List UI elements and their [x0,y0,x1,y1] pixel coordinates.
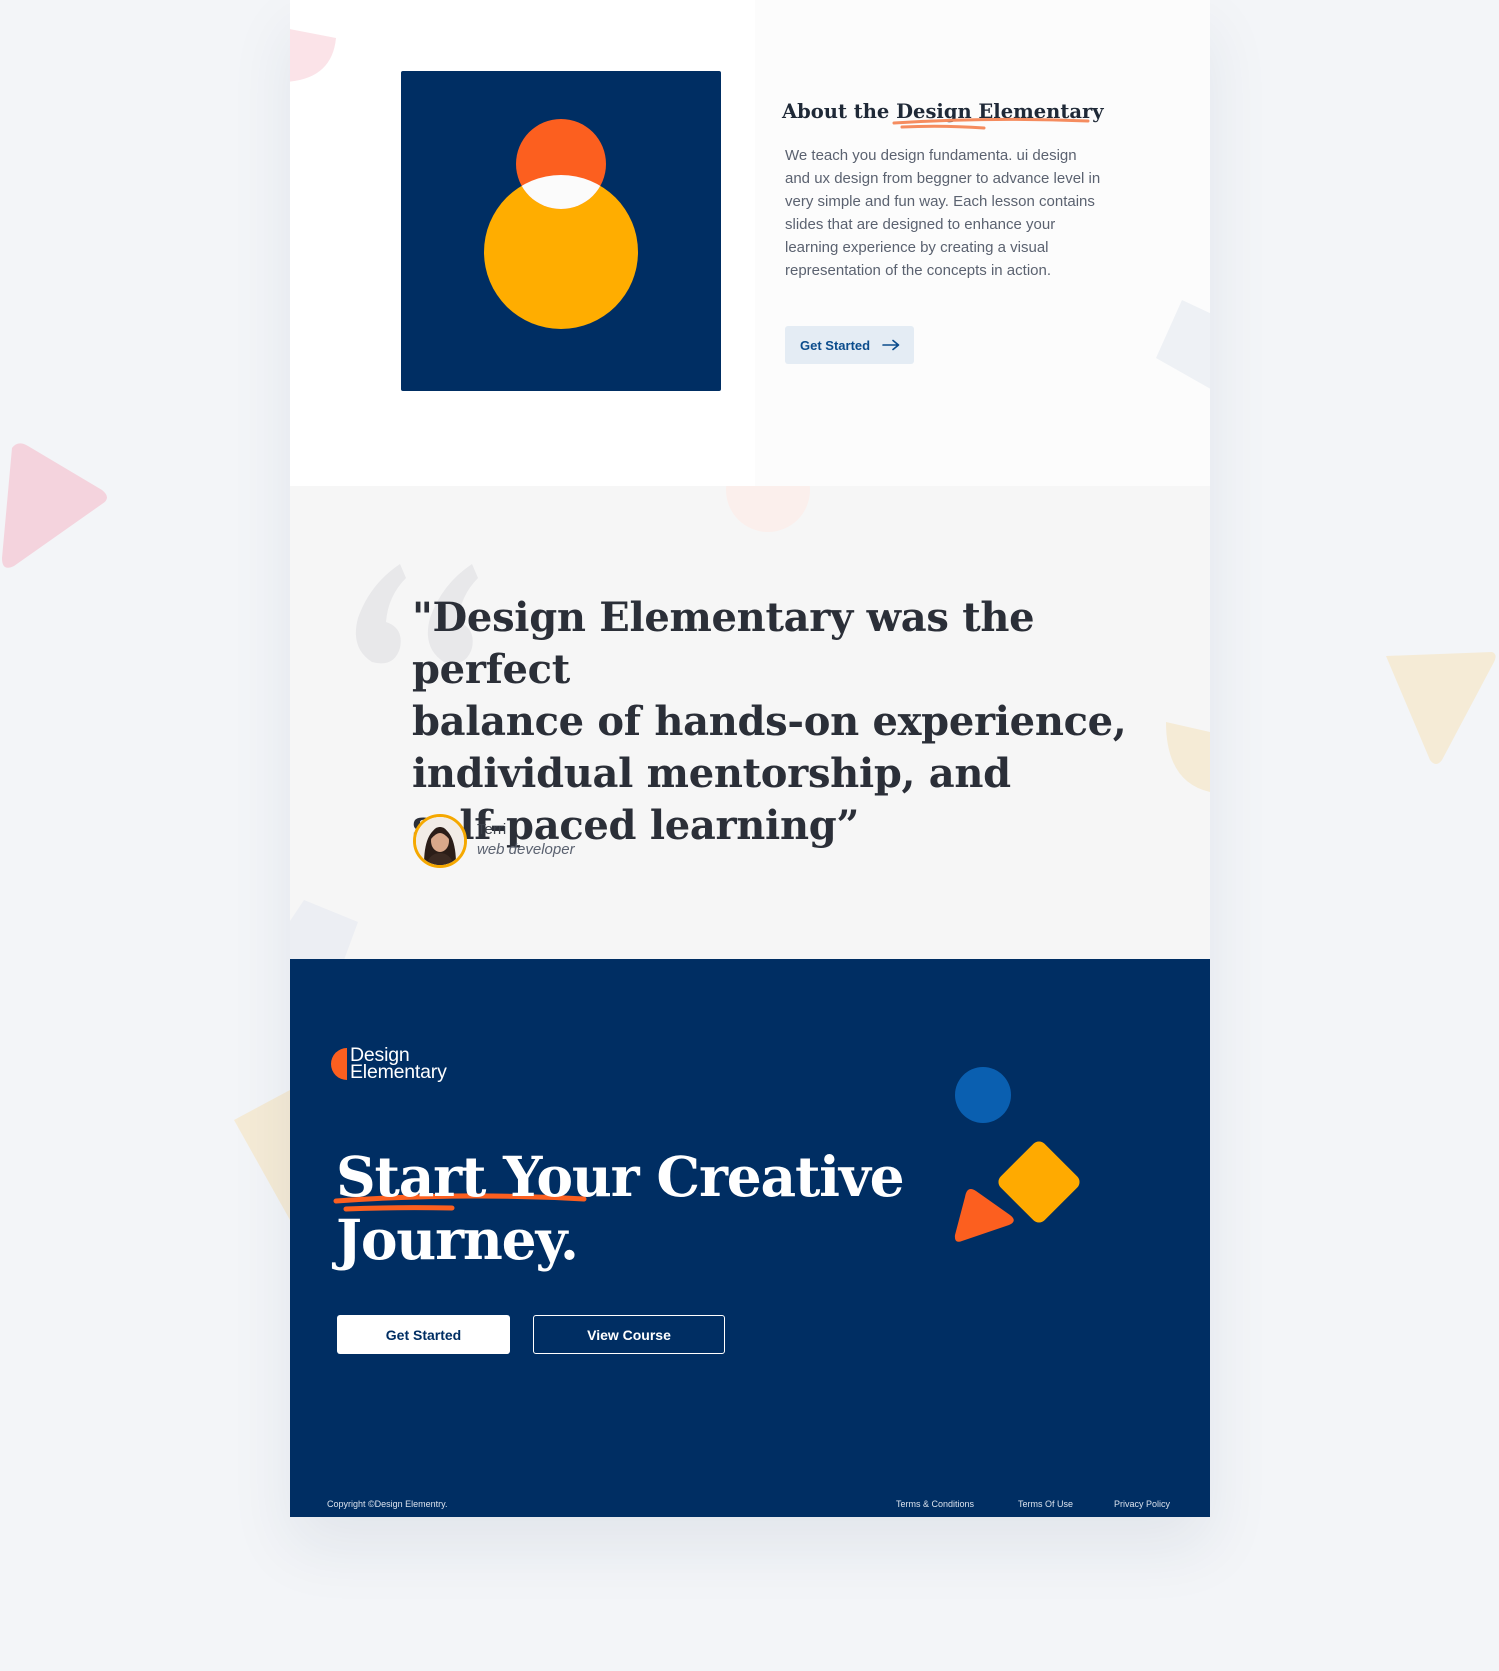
avatar-portrait [416,817,464,865]
author-role: web developer [477,841,575,858]
terms-conditions-link[interactable]: Terms & Conditions [896,1499,974,1509]
about-heading: About the Design Elementary [782,100,1104,130]
cta-get-started-button[interactable]: Get Started [337,1315,510,1354]
about-heading-prefix: About the [782,100,897,123]
pink-shape-decoration [290,29,336,82]
cta-section: Design Elementary Start Your Creative Jo… [290,959,1210,1517]
canvas: About the Design Elementary We teach you… [0,0,1499,1671]
privacy-policy-link[interactable]: Privacy Policy [1114,1499,1170,1509]
logo-line-2: Elementary [350,1061,447,1083]
grey-square-decoration [290,900,358,959]
author-name: Terri [477,821,507,838]
grey-shape-decoration [1156,300,1210,389]
about-section: About the Design Elementary We teach you… [290,0,1210,486]
view-course-button[interactable]: View Course [533,1315,725,1354]
testimonial-section: "Design Elementary was the perfect balan… [290,486,1210,959]
about-get-started-label: Get Started [800,337,871,353]
about-get-started-button[interactable]: Get Started [785,326,914,364]
logo-mark-icon [331,1048,347,1080]
cta-heading: Start Your Creative Journey. [336,1145,956,1271]
yellow-triangle-decoration [1386,652,1496,764]
about-description: We teach you design fundamenta. ui desig… [785,147,1101,279]
logo-text: Design Elementary [350,1045,447,1083]
brush-underline-decoration [892,117,1090,130]
terms-of-use-link[interactable]: Terms Of Use [1018,1499,1073,1509]
shapes-illustration [954,1067,1080,1242]
testimonial-quote: "Design Elementary was the perfect balan… [412,594,1127,849]
about-heading-highlight: Design Elementary [892,100,1104,130]
cta-heading-highlight: Start Your [336,1144,640,1209]
about-illustration [401,71,721,391]
landing-page: About the Design Elementary We teach you… [290,0,1210,1517]
circles-illustration [484,119,638,329]
brand-logo[interactable]: Design Elementary [327,1045,447,1083]
peach-circle-decoration [726,486,810,532]
pink-triangle-decoration [2,443,107,568]
arrow-right-icon [882,339,900,351]
copyright-text: Copyright ©Design Elementry. [327,1499,448,1509]
avatar-icon [413,814,467,868]
